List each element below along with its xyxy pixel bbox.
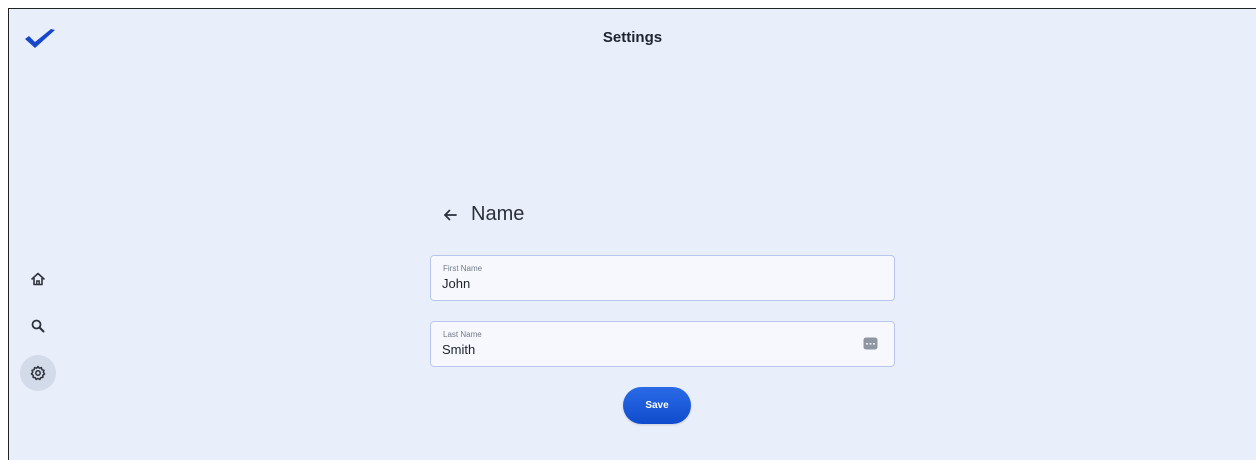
first-name-label: First Name xyxy=(443,264,483,273)
last-name-field[interactable]: Last Name xyxy=(430,321,895,367)
section-header: Name xyxy=(441,203,524,226)
last-name-input[interactable] xyxy=(442,342,842,357)
section-title: Name xyxy=(471,203,525,225)
sidebar-item-settings[interactable] xyxy=(20,355,56,391)
app-window: Settings Name First Name John Last Name … xyxy=(8,8,1256,460)
search-icon xyxy=(31,319,45,333)
sidebar-item-search[interactable] xyxy=(20,308,56,344)
first-name-input[interactable] xyxy=(442,276,842,291)
keyboard-icon[interactable] xyxy=(863,337,878,350)
gear-icon xyxy=(30,365,46,381)
first-name-field[interactable]: First Name xyxy=(430,255,895,301)
sidebar-rail xyxy=(20,261,60,402)
sidebar-item-home[interactable] xyxy=(20,261,56,297)
save-button[interactable]: Save xyxy=(623,387,691,424)
home-icon xyxy=(31,272,45,286)
arrow-left-icon[interactable] xyxy=(441,206,459,224)
page-title: Settings xyxy=(602,29,663,46)
last-name-label: Last Name xyxy=(443,330,482,339)
